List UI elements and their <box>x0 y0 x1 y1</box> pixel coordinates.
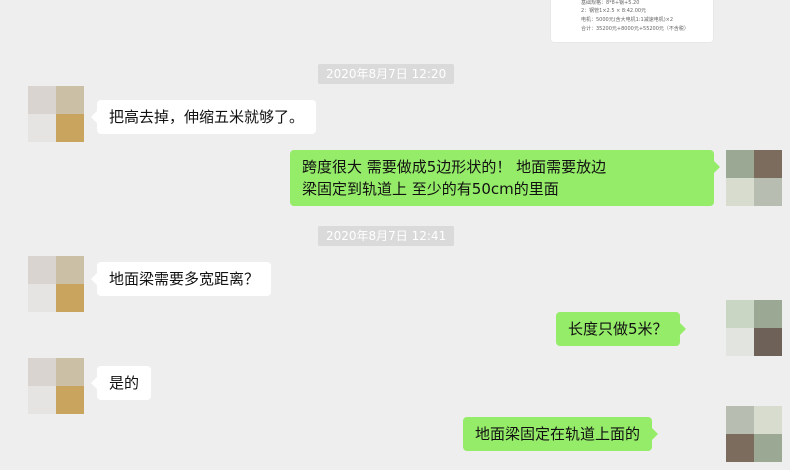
contact-avatar[interactable] <box>28 358 84 414</box>
image-text-line: 合计：35200元+8000元+55200元（不含税） <box>581 26 689 32</box>
contact-avatar[interactable] <box>28 256 84 312</box>
image-message-preview[interactable]: 基础规格：8*8+钢+5.20 2：钢管1×2.5 × 8:42.00元 电机：… <box>551 0 713 42</box>
message-line: 梁固定到轨道上 至少的有50cm的里面 <box>302 180 559 198</box>
self-avatar[interactable] <box>726 406 782 462</box>
message-bubble-sent[interactable]: 跨度很大 需要做成5边形状的！ 地面需要放边 梁固定到轨道上 至少的有50cm的… <box>290 150 720 206</box>
self-avatar[interactable] <box>726 300 782 356</box>
message-timestamp: 2020年8月7日 12:20 <box>318 64 455 84</box>
contact-avatar[interactable] <box>28 86 84 142</box>
image-text-line: 电机：5000元(含大电机1:1减速电机)×2 <box>581 17 674 23</box>
self-avatar[interactable] <box>726 150 782 206</box>
message-timestamp: 2020年8月7日 12:41 <box>318 226 455 246</box>
message-bubble-received[interactable]: 是的 <box>90 366 152 400</box>
message-line: 跨度很大 需要做成5边形状的！ 地面需要放边 <box>302 158 607 176</box>
message-bubble-received[interactable]: 地面梁需要多宽距离？ <box>90 262 272 296</box>
image-text-line: 基础规格：8*8+钢+5.20 <box>581 0 640 6</box>
message-bubble-sent[interactable]: 地面梁固定在轨道上面的 <box>463 417 659 451</box>
chat-window: { "image_preview": { "lines": [ "基础规格：8*… <box>0 0 790 470</box>
image-text-line: 2：钢管1×2.5 × 8:42.00元 <box>581 8 647 14</box>
message-bubble-received[interactable]: 把高去掉，伸缩五米就够了。 <box>90 100 317 134</box>
message-bubble-sent[interactable]: 长度只做5米？ <box>556 312 686 346</box>
